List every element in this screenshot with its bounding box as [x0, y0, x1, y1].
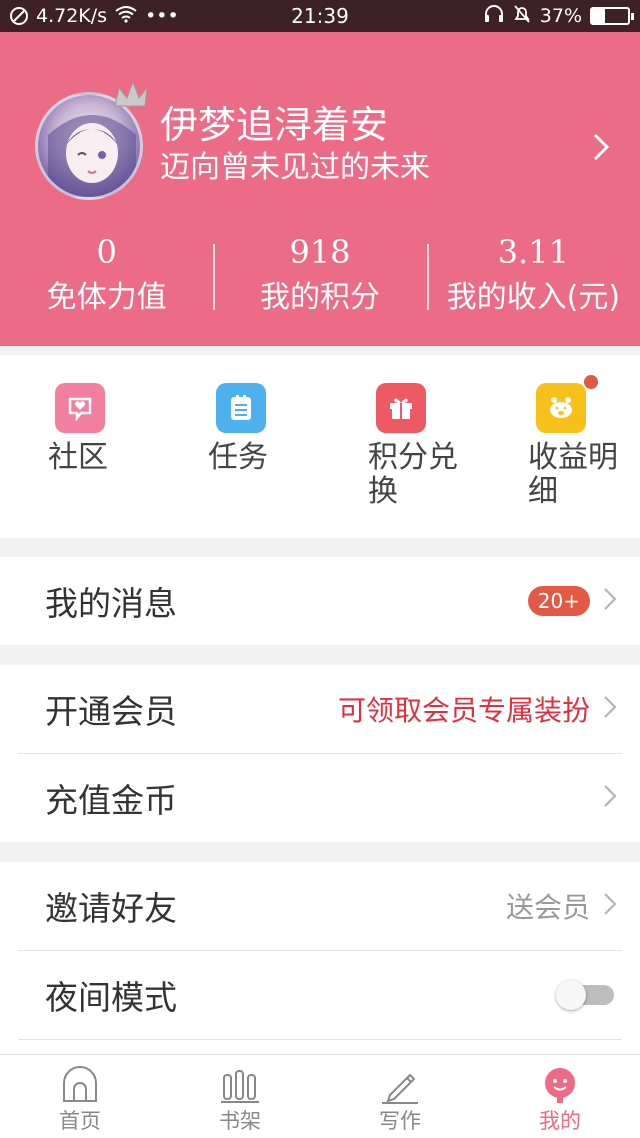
home-icon [63, 1066, 97, 1102]
status-bar: 4.72K/s ••• 21:39 37% [0, 0, 640, 32]
night-mode-toggle[interactable] [556, 980, 614, 1010]
settings-card: 邀请好友 送会员 夜间模式 [0, 862, 640, 1054]
gift-icon [376, 383, 426, 433]
bell-mute-icon [512, 4, 532, 29]
chevron-right-icon [600, 584, 620, 619]
chevron-right-icon [600, 692, 620, 727]
stat-value: 918 [289, 233, 351, 271]
shortcut-earnings[interactable]: 收益明细 [480, 355, 640, 538]
shortcut-tasks[interactable]: 任务 [160, 355, 320, 538]
shortcut-label: 社区 [48, 440, 108, 475]
crown-icon [114, 80, 148, 107]
task-list-icon [216, 383, 266, 433]
messages-card: 我的消息 20+ [0, 557, 640, 645]
stat-points[interactable]: 918 我的积分 [213, 232, 426, 322]
row-label: 邀请好友 [45, 889, 177, 928]
profile-motto: 迈向曾未见过的未来 [160, 150, 430, 185]
tab-label: 写作 [379, 1109, 421, 1133]
unread-badge: 20+ [527, 586, 590, 616]
stat-income[interactable]: 3.11 我的收入(元) [426, 232, 640, 322]
tab-mine[interactable]: 我的 [480, 1055, 640, 1138]
tab-label: 我的 [539, 1109, 581, 1133]
menu-row-recharge[interactable]: 充值金币 [0, 754, 640, 842]
stats-row: 0 免体力值 918 我的积分 3.11 我的收入(元) [0, 232, 640, 322]
stat-value: 3.11 [497, 233, 569, 271]
pen-icon [382, 1073, 418, 1104]
profile-name[interactable]: 伊梦追浔着安 [160, 102, 388, 148]
shortcut-community[interactable]: 社区 [0, 355, 160, 538]
divider [18, 1039, 622, 1040]
profile-icon [545, 1068, 575, 1103]
battery-fill [592, 9, 606, 23]
invite-hint: 送会员 [505, 891, 590, 924]
tab-label: 首页 [59, 1109, 101, 1133]
bottom-tab-bar: 首页 书架 写作 我的 [0, 1054, 640, 1138]
menu-row-vip[interactable]: 开通会员 可领取会员专属装扮 [0, 665, 640, 753]
battery-icon [590, 7, 634, 25]
wifi-icon [115, 5, 137, 28]
menu-row-invite[interactable]: 邀请好友 送会员 [0, 862, 640, 950]
notification-dot [584, 375, 598, 389]
vip-promo-text: 可领取会员专属装扮 [337, 694, 590, 727]
stat-value: 0 [96, 233, 117, 271]
shortcut-label: 收益明细 [528, 440, 618, 509]
more-dots: ••• [145, 5, 179, 27]
row-label: 夜间模式 [45, 978, 177, 1017]
menu-row-messages[interactable]: 我的消息 20+ [0, 557, 640, 645]
shortcut-label: 任务 [208, 440, 268, 475]
shortcut-points-exchange[interactable]: 积分兑换 [320, 355, 480, 538]
row-label: 充值金币 [45, 781, 177, 820]
tab-label: 书架 [219, 1109, 261, 1133]
stat-label: 免体力值 [46, 280, 167, 315]
avatar-wrap[interactable] [35, 80, 148, 200]
tab-write[interactable]: 写作 [320, 1055, 480, 1138]
tab-home[interactable]: 首页 [0, 1055, 160, 1138]
chevron-right-icon[interactable] [592, 132, 610, 169]
battery-percent: 37% [539, 5, 582, 27]
headset-icon [484, 4, 504, 28]
row-label: 我的消息 [45, 584, 177, 623]
chevron-right-icon [600, 781, 620, 816]
do-not-disturb-icon [10, 7, 28, 25]
stat-label: 我的收入(元) [446, 280, 621, 315]
stat-stamina[interactable]: 0 免体力值 [0, 232, 213, 322]
row-label: 开通会员 [45, 692, 177, 731]
toggle-knob [556, 980, 586, 1010]
shortcut-grid: 社区 任务 积分兑换 收益明细 [0, 355, 640, 538]
membership-card: 开通会员 可领取会员专属装扮 充值金币 [0, 665, 640, 842]
profile-header[interactable]: 伊梦追浔着安 迈向曾未见过的未来 0 免体力值 918 我的积分 3.11 我的… [0, 32, 640, 346]
menu-row-night-mode: 夜间模式 [0, 951, 640, 1039]
bookshelf-icon [221, 1070, 259, 1103]
stat-label: 我的积分 [259, 280, 380, 315]
piggy-bank-icon [536, 383, 586, 433]
tab-bookshelf[interactable]: 书架 [160, 1055, 320, 1138]
chevron-right-icon [600, 889, 620, 924]
community-heart-icon [55, 383, 105, 433]
shortcut-label: 积分兑换 [368, 440, 458, 509]
network-speed: 4.72K/s [36, 5, 108, 27]
